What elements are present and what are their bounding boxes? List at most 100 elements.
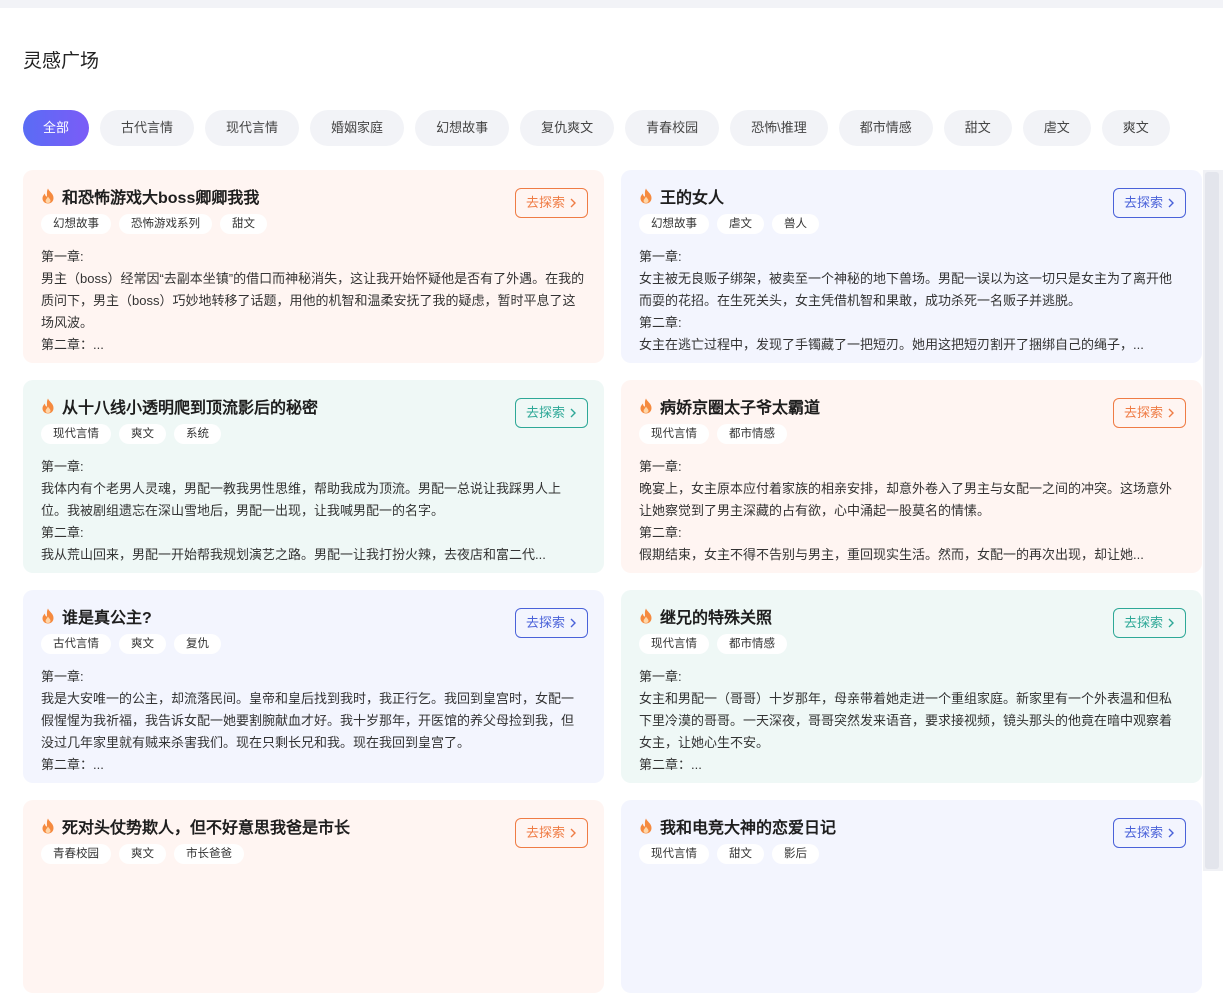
story-card[interactable]: 谁是真公主? 古代言情 爽文 复仇第一章: 我是大安唯一的公主，却流落民间。皇帝和皇后找…: [23, 590, 604, 783]
card-title: 和恐怖游戏大boss卿卿我我: [41, 186, 586, 207]
tag: 幻想故事: [639, 214, 709, 234]
category-tab[interactable]: 恐怖\推理: [730, 110, 828, 146]
tag-list: 现代言情 爽文 系统: [41, 424, 586, 444]
tag-list: 现代言情 甜文 影后: [639, 844, 1184, 864]
card-synopsis: 第一章: 女主被无良贩子绑架，被卖至一个神秘的地下兽场。男配一误以为这一切只是女主…: [639, 246, 1184, 356]
explore-button[interactable]: 去探索: [1112, 608, 1186, 638]
synopsis-line: 第二章：...: [41, 337, 104, 352]
tag: 现代言情: [639, 424, 709, 444]
explore-button[interactable]: 去探索: [1112, 398, 1186, 428]
card-synopsis: 第一章: 我是大安唯一的公主，却流落民间。皇帝和皇后找到我时，我正行乞。我回到皇宫…: [41, 666, 586, 776]
synopsis-line: 第一章:: [639, 669, 682, 684]
category-tab[interactable]: 虐文: [1022, 110, 1091, 146]
tag: 市长爸爸: [174, 844, 244, 864]
flame-icon: [42, 608, 54, 624]
flame-icon: [640, 188, 652, 204]
tag-list: 现代言情 都市情感: [639, 634, 1184, 654]
explore-button[interactable]: 去探索: [1112, 188, 1186, 218]
explore-button[interactable]: 去探索: [514, 818, 588, 848]
tag: 幻想故事: [41, 214, 111, 234]
category-tab[interactable]: 甜文: [943, 110, 1012, 146]
tag: 复仇: [174, 634, 221, 654]
synopsis-line: 第一章:: [41, 669, 84, 684]
tag: 影后: [772, 844, 819, 864]
story-card[interactable]: 死对头仗势欺人，但不好意思我爸是市长青春校园 爽文 市长爸爸 去探索: [23, 800, 604, 993]
category-tab[interactable]: 复仇爽文: [520, 110, 615, 146]
chevron-right-icon: [1168, 198, 1174, 208]
story-card[interactable]: 从十八线小透明爬到顶流影后的秘密现代言情 爽文 系统第一章: 我体内有个老男人灵魂，男…: [23, 380, 604, 573]
story-card[interactable]: 和恐怖游戏大boss卿卿我我 幻想故事 恐怖游戏系列 甜文 第一章: 男主（boss）经常…: [23, 170, 604, 363]
card-title-text: 病娇京圈太子爷太霸道: [660, 400, 821, 417]
synopsis-line: 第二章:: [639, 315, 682, 330]
synopsis-line: 女主被无良贩子绑架，被卖至一个神秘的地下兽场。男配一误以为这一切只是女主为了离开…: [639, 271, 1173, 308]
category-tab[interactable]: 婚姻家庭: [310, 110, 405, 146]
tag-list: 幻想故事 虐文 兽人: [639, 214, 1184, 234]
tag: 青春校园: [41, 844, 111, 864]
chevron-right-icon: [1168, 828, 1174, 838]
tag: 甜文: [220, 214, 267, 234]
explore-label: 去探索: [525, 825, 565, 840]
explore-label: 去探索: [1123, 195, 1163, 210]
tag-list: 现代言情 都市情感: [639, 424, 1184, 444]
category-tab[interactable]: 全部: [23, 110, 90, 146]
synopsis-line: 晚宴上，女主原本应付着家族的相亲安排，却意外卷入了男主与女配一之间的冲突。这场意…: [639, 481, 1173, 518]
category-tab[interactable]: 青春校园: [625, 110, 720, 146]
synopsis-line: 第二章:: [41, 525, 84, 540]
category-tab[interactable]: 古代言情: [100, 110, 195, 146]
synopsis-line: 女主在逃亡过程中，发现了手镯藏了一把短刃。她用这把短刃割开了捆绑自己的绳子，..…: [639, 337, 1144, 352]
card-title: 死对头仗势欺人，但不好意思我爸是市长: [41, 816, 586, 837]
tag-list: 古代言情 爽文 复仇: [41, 634, 586, 654]
top-bar: [0, 0, 1223, 8]
chevron-right-icon: [570, 408, 576, 418]
flame-icon: [640, 398, 652, 414]
category-tab[interactable]: 现代言情: [205, 110, 300, 146]
synopsis-line: 第一章:: [639, 459, 682, 474]
category-tab[interactable]: 爽文: [1101, 110, 1170, 146]
tag: 爽文: [119, 844, 166, 864]
explore-button[interactable]: 去探索: [514, 188, 588, 218]
synopsis-line: 第二章:: [639, 525, 682, 540]
explore-button[interactable]: 去探索: [1112, 818, 1186, 848]
explore-button[interactable]: 去探索: [514, 398, 588, 428]
tag: 现代言情: [639, 634, 709, 654]
card-title-text: 王的女人: [660, 190, 725, 207]
card-synopsis: 第一章: 男主（boss）经常因“去副本坐镇”的借口而神秘消失，这让我开始怀疑他是…: [41, 246, 586, 356]
card-title: 我和电竞大神的恋爱日记: [639, 816, 1184, 837]
story-card[interactable]: 王的女人幻想故事 虐文 兽人第一章: 女主被无良贩子绑架，被卖至一个神秘的地下兽场。男…: [621, 170, 1202, 363]
category-tab[interactable]: 都市情感: [838, 110, 933, 146]
explore-label: 去探索: [1123, 615, 1163, 630]
synopsis-line: 男主（boss）经常因“去副本坐镇”的借口而神秘消失，这让我开始怀疑他是否有了外…: [41, 271, 585, 330]
card-title-text: 死对头仗势欺人，但不好意思我爸是市长: [62, 820, 351, 837]
card-title-text: 谁是真公主?: [62, 610, 152, 627]
card-title: 病娇京圈太子爷太霸道: [639, 396, 1184, 417]
flame-icon: [640, 608, 652, 624]
scrollbar-thumb[interactable]: [1205, 172, 1219, 869]
category-tabs: 全部 古代言情 现代言情 婚姻家庭 幻想故事 复仇爽文 青春校园 恐怖\推理 都市情感 甜文 虐文爽…: [23, 110, 1170, 146]
card-title: 谁是真公主?: [41, 606, 586, 627]
chevron-right-icon: [570, 618, 576, 628]
tag: 古代言情: [41, 634, 111, 654]
story-card[interactable]: 继兄的特殊关照 现代言情 都市情感第一章: 女主和男配一（哥哥）十岁那年，母亲带着她走…: [621, 590, 1202, 783]
chevron-right-icon: [570, 828, 576, 838]
card-title-text: 从十八线小透明爬到顶流影后的秘密: [62, 400, 319, 417]
story-card[interactable]: 我和电竞大神的恋爱日记 现代言情 甜文 影后 去探索: [621, 800, 1202, 993]
tag: 系统: [174, 424, 221, 444]
tag: 甜文: [717, 844, 764, 864]
explore-label: 去探索: [1123, 405, 1163, 420]
explore-label: 去探索: [1123, 825, 1163, 840]
synopsis-line: 第二章：...: [41, 757, 104, 772]
category-tab[interactable]: 幻想故事: [415, 110, 510, 146]
card-title: 继兄的特殊关照: [639, 606, 1184, 627]
synopsis-line: 我从荒山回来，男配一开始帮我规划演艺之路。男配一让我打扮火辣，去夜店和富二代..…: [41, 547, 546, 562]
explore-button[interactable]: 去探索: [514, 608, 588, 638]
synopsis-line: 第一章:: [41, 249, 84, 264]
card-synopsis: 第一章: 女主和男配一（哥哥）十岁那年，母亲带着她走进一个重组家庭。新家里有一个外…: [639, 666, 1184, 776]
story-card[interactable]: 病娇京圈太子爷太霸道现代言情 都市情感第一章: 晚宴上，女主原本应付着家族的相亲安排…: [621, 380, 1202, 573]
card-title: 王的女人: [639, 186, 1184, 207]
tag: 爽文: [119, 634, 166, 654]
explore-label: 去探索: [525, 405, 565, 420]
synopsis-line: 第一章:: [41, 459, 84, 474]
card-synopsis: 第一章: 我体内有个老男人灵魂，男配一教我男性思维，帮助我成为顶流。男配一总说让我…: [41, 456, 586, 566]
chevron-right-icon: [1168, 618, 1174, 628]
synopsis-line: 我体内有个老男人灵魂，男配一教我男性思维，帮助我成为顶流。男配一总说让我踩男人上…: [41, 481, 562, 518]
